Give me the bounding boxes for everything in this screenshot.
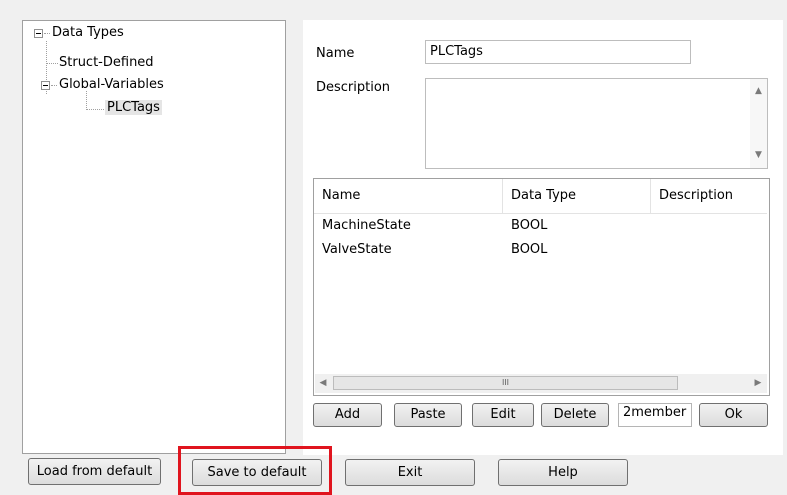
tree-node-struct-defined[interactable]: Struct-Defined <box>59 54 154 72</box>
cell-name: ValveState <box>322 242 392 257</box>
column-header-description[interactable]: Description <box>651 179 767 213</box>
name-input[interactable] <box>425 40 691 64</box>
table-row[interactable]: MachineState BOOL <box>314 216 767 236</box>
cell-name: MachineState <box>322 218 411 233</box>
tree-node-data-types[interactable]: Data Types <box>52 24 124 42</box>
table-horizontal-scrollbar[interactable]: ◀ III ▶ <box>315 374 767 393</box>
description-label: Description <box>316 80 391 95</box>
table-header: Name Data Type Description <box>314 179 767 214</box>
tree-connector <box>46 77 47 80</box>
scroll-up-icon[interactable]: ▲ <box>750 83 767 100</box>
tree-node-label: Struct-Defined <box>59 55 154 70</box>
tree-node-label: Data Types <box>52 25 124 40</box>
add-button[interactable]: Add <box>313 403 382 427</box>
tree-node-label: PLCTags <box>105 100 162 115</box>
name-label: Name <box>316 46 355 61</box>
tree-connector <box>51 85 57 86</box>
scroll-right-icon[interactable]: ▶ <box>750 375 766 392</box>
scroll-left-icon[interactable]: ◀ <box>315 375 331 392</box>
collapse-toggle-icon[interactable] <box>34 29 43 38</box>
ok-button[interactable]: Ok <box>699 403 768 427</box>
tree-node-plctags[interactable]: PLCTags <box>105 99 162 117</box>
member-count-display: 2member <box>618 403 692 427</box>
exit-button[interactable]: Exit <box>345 459 475 486</box>
members-table[interactable]: Name Data Type Description MachineState … <box>313 178 770 396</box>
help-button[interactable]: Help <box>498 459 628 486</box>
tree-connector <box>46 63 58 64</box>
save-to-default-button[interactable]: Save to default <box>192 459 322 486</box>
tree-node-global-variables[interactable]: Global-Variables <box>59 76 164 94</box>
tree-node-label: Global-Variables <box>59 77 164 92</box>
scroll-down-icon[interactable]: ▼ <box>750 147 767 164</box>
collapse-toggle-icon[interactable] <box>41 81 50 90</box>
column-header-data-type[interactable]: Data Type <box>503 179 650 213</box>
description-scrollbar[interactable]: ▲ ▼ <box>750 79 767 168</box>
table-row[interactable]: ValveState BOOL <box>314 240 767 260</box>
data-types-tree[interactable]: Data Types Struct-Defined Global-Variabl… <box>22 20 286 454</box>
edit-button[interactable]: Edit <box>472 403 534 427</box>
load-from-default-button[interactable]: Load from default <box>28 458 161 485</box>
cell-data-type: BOOL <box>511 218 548 233</box>
tree-connector <box>86 109 104 110</box>
paste-button[interactable]: Paste <box>394 403 462 427</box>
description-textarea[interactable] <box>425 78 768 169</box>
column-header-name[interactable]: Name <box>314 179 502 213</box>
delete-button[interactable]: Delete <box>541 403 609 427</box>
tree-connector <box>44 33 50 34</box>
scroll-thumb[interactable]: III <box>333 376 678 390</box>
cell-data-type: BOOL <box>511 242 548 257</box>
